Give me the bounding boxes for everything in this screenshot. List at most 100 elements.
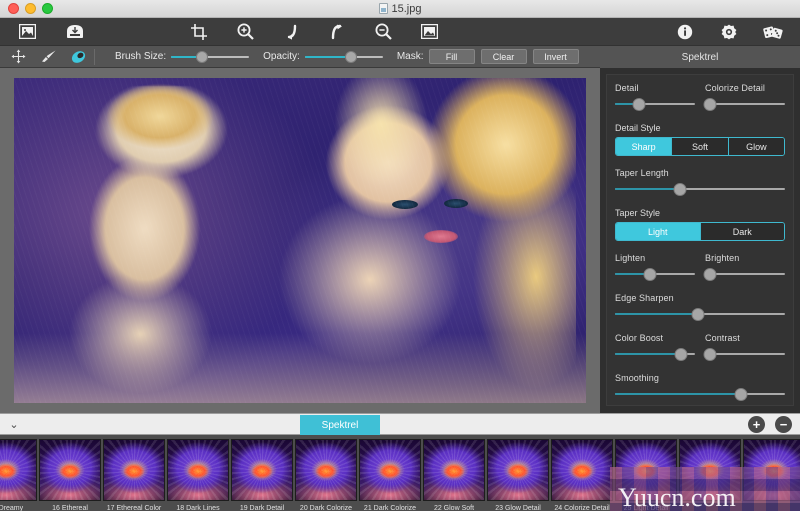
preset-thumbnail[interactable]: 24 Colorize Detail — [550, 435, 614, 511]
info-button[interactable] — [668, 19, 702, 45]
taper-length-slider[interactable] — [615, 182, 785, 196]
mask-fill-button[interactable]: Fill — [428, 49, 475, 64]
taper-style-option-light[interactable]: Light — [616, 223, 701, 240]
preset-thumbnail[interactable] — [678, 435, 742, 511]
preset-thumbnail[interactable]: 20 Dark Colorize — [294, 435, 358, 511]
preset-thumbnail-image[interactable] — [551, 439, 613, 501]
close-button[interactable] — [8, 3, 19, 14]
main-toolbar — [0, 18, 800, 46]
taper-style-segmented[interactable]: Light Dark — [615, 222, 785, 241]
preset-thumbnail[interactable]: 18 Dark Lines — [166, 435, 230, 511]
preset-thumbnail[interactable]: 23 Glow Detail — [486, 435, 550, 511]
smoothing-slider[interactable] — [615, 387, 785, 401]
opacity-knob[interactable] — [345, 50, 358, 63]
color-boost-knob[interactable] — [674, 347, 688, 361]
preset-thumbnail-image[interactable] — [359, 439, 421, 501]
preset-thumbnail-image[interactable] — [487, 439, 549, 501]
options-divider — [94, 48, 95, 65]
lotus-image — [552, 440, 612, 500]
edge-sharpen-fill — [615, 313, 697, 315]
detail-knob[interactable] — [632, 97, 646, 111]
preset-thumbnail[interactable] — [742, 435, 800, 511]
contrast-slider[interactable] — [703, 347, 785, 361]
eraser-icon[interactable] — [68, 48, 88, 66]
preset-thumbnail[interactable]: 25 Light Detail — [614, 435, 678, 511]
smoothing-knob[interactable] — [734, 387, 748, 401]
taper-style-option-dark[interactable]: Dark — [700, 223, 784, 240]
brighten-control: Brighten — [703, 253, 785, 281]
crop-button[interactable] — [182, 19, 216, 45]
taper-length-knob[interactable] — [673, 182, 687, 196]
zoom-button[interactable] — [42, 3, 53, 14]
colorize-detail-control: Colorize Detail — [703, 83, 785, 111]
preset-thumbnail[interactable]: 16 Ethereal — [38, 435, 102, 511]
brighten-track — [705, 273, 785, 275]
preset-thumbnail-image[interactable] — [39, 439, 101, 501]
redo-button[interactable] — [320, 19, 354, 45]
body: Detail Colorize Detail Detail Style Shar… — [0, 68, 800, 413]
preset-thumbnail-image[interactable] — [423, 439, 485, 501]
collapse-strip-chevron-icon[interactable]: ⌄ — [0, 418, 28, 431]
preset-thumbnail-image[interactable] — [0, 439, 37, 501]
preset-thumbnail[interactable]: 19 Dark Detail — [230, 435, 294, 511]
preset-thumbnail[interactable]: 17 Ethereal Color — [102, 435, 166, 511]
brush-size-slider[interactable] — [171, 50, 250, 64]
preset-thumbnail-image[interactable] — [679, 439, 741, 501]
edge-sharpen-knob[interactable] — [691, 307, 705, 321]
detail-style-option-glow[interactable]: Glow — [728, 138, 784, 155]
add-preset-button[interactable]: + — [748, 416, 765, 433]
preset-thumbnail[interactable]: 21 Dark Colorize — [358, 435, 422, 511]
colorize-detail-track — [705, 103, 785, 105]
mask-clear-button[interactable]: Clear — [480, 49, 527, 64]
preset-thumbnail-label: 20 Dark Colorize — [299, 505, 353, 511]
zoom-in-button[interactable] — [228, 19, 262, 45]
preset-actions: + − — [748, 416, 792, 433]
preset-category-tab-spektrel[interactable]: Spektrel — [300, 415, 380, 435]
remove-preset-button[interactable]: − — [775, 416, 792, 433]
opacity-slider[interactable] — [304, 50, 383, 64]
canvas-area[interactable] — [0, 68, 600, 413]
open-image-button[interactable] — [10, 19, 44, 45]
lighten-slider[interactable] — [615, 267, 695, 281]
preset-thumbnail-image[interactable] — [103, 439, 165, 501]
detail-slider[interactable] — [615, 97, 695, 111]
preset-thumbnail-image[interactable] — [231, 439, 293, 501]
brush-size-knob[interactable] — [196, 50, 209, 63]
lotus-image — [744, 440, 800, 500]
gear-icon[interactable] — [712, 19, 746, 45]
zoom-out-button[interactable] — [366, 19, 400, 45]
detail-style-option-sharp[interactable]: Sharp — [616, 138, 673, 155]
lighten-knob[interactable] — [643, 267, 657, 281]
preset-thumbnail-image[interactable] — [615, 439, 677, 501]
contrast-knob[interactable] — [703, 347, 717, 361]
colorize-detail-knob[interactable] — [703, 97, 717, 111]
fit-image-button[interactable] — [412, 19, 446, 45]
brighten-label: Brighten — [705, 253, 740, 263]
mask-invert-button[interactable]: Invert — [532, 49, 579, 64]
brush-icon[interactable] — [38, 48, 58, 66]
preset-thumbnail-image[interactable] — [295, 439, 357, 501]
edge-sharpen-slider[interactable] — [615, 307, 785, 321]
move-arrows-icon[interactable] — [8, 48, 28, 66]
preset-thumbnail[interactable]: 15 Dreamy — [0, 435, 38, 511]
color-boost-label: Color Boost — [615, 333, 664, 343]
colorize-detail-slider[interactable] — [703, 97, 785, 111]
dice-icon[interactable] — [756, 19, 790, 45]
preset-strip[interactable]: 15 Dreamy 16 Ethereal 17 Ethereal Color … — [0, 435, 800, 511]
edited-image-preview[interactable] — [14, 78, 586, 403]
preset-thumbnail-image[interactable] — [743, 439, 800, 501]
undo-button[interactable] — [274, 19, 308, 45]
preset-thumbnail[interactable]: 22 Glow Soft — [422, 435, 486, 511]
preset-thumbnail-label: 24 Colorize Detail — [554, 505, 610, 511]
save-image-button[interactable] — [58, 19, 92, 45]
preset-thumbnail-image[interactable] — [167, 439, 229, 501]
minimize-button[interactable] — [25, 3, 36, 14]
options-bar: Brush Size: Opacity: Mask: Fill Clear In… — [0, 46, 800, 68]
edge-sharpen-label: Edge Sharpen — [615, 293, 674, 303]
brighten-slider[interactable] — [703, 267, 785, 281]
brighten-knob[interactable] — [703, 267, 717, 281]
detail-style-option-soft[interactable]: Soft — [672, 138, 729, 155]
detail-style-segmented[interactable]: Sharp Soft Glow — [615, 137, 785, 156]
detail-row: Detail Colorize Detail — [615, 83, 785, 111]
color-boost-slider[interactable] — [615, 347, 695, 361]
